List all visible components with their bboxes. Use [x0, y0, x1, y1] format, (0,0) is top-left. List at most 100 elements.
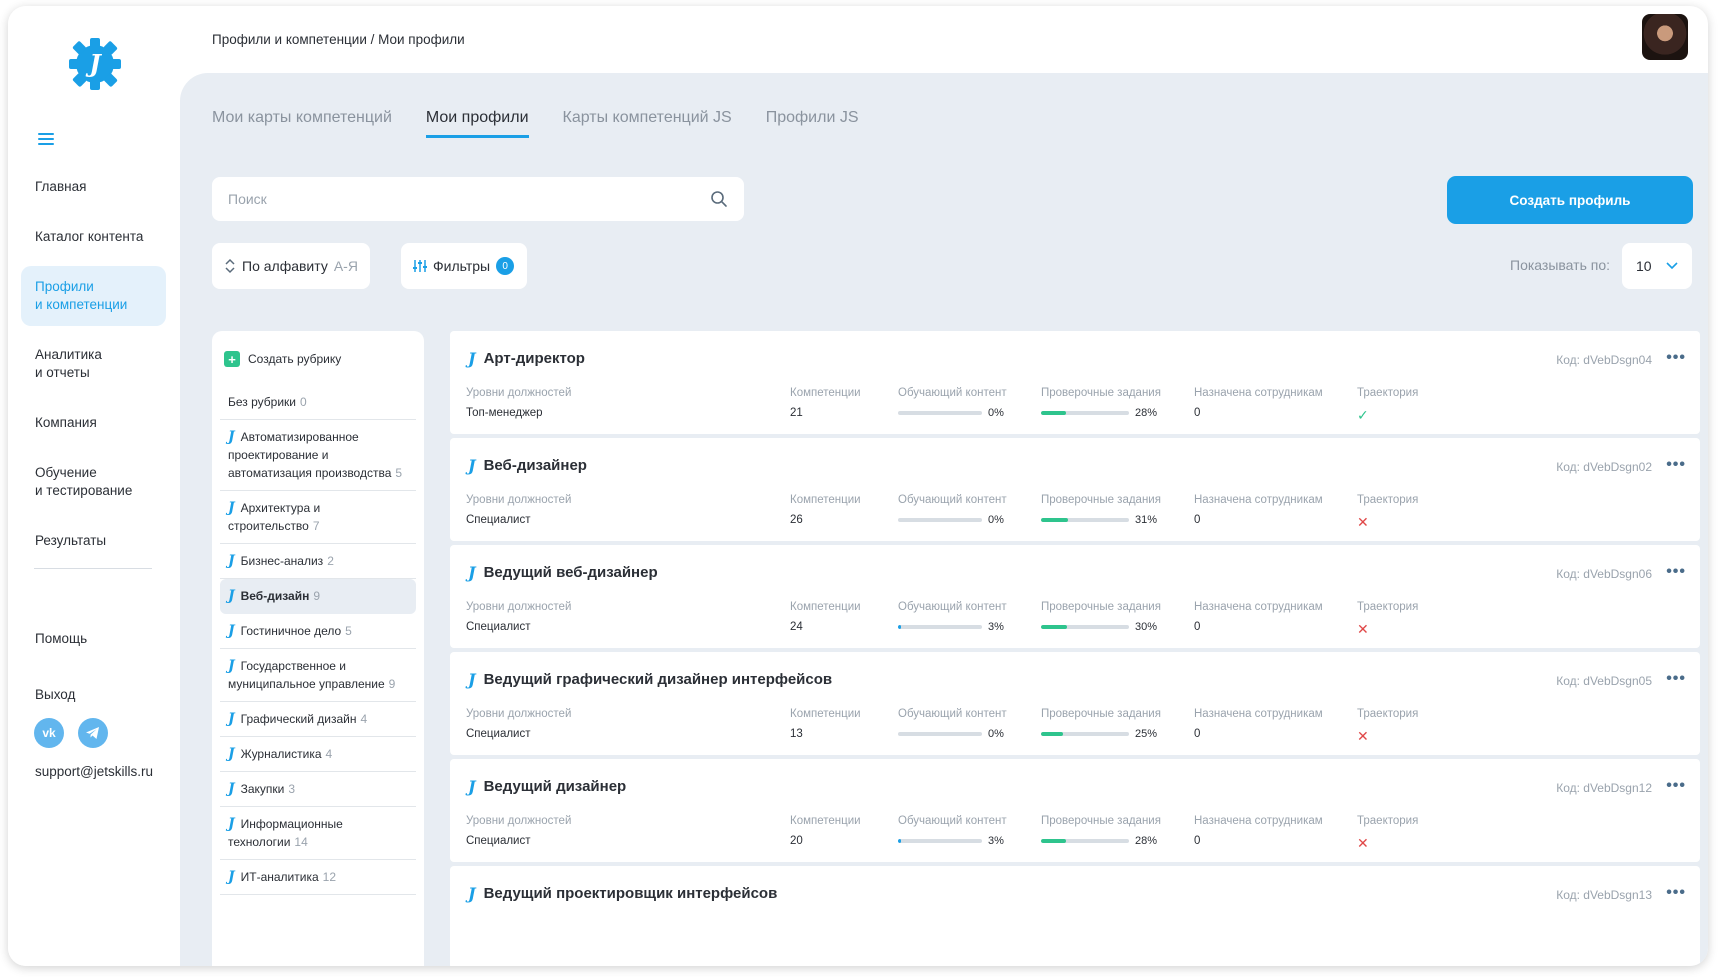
- telegram-icon[interactable]: [78, 718, 108, 748]
- rubric-name: Бизнес-анализ: [240, 554, 324, 568]
- vk-icon[interactable]: vk: [34, 718, 64, 748]
- search-icon[interactable]: [710, 190, 728, 208]
- tab[interactable]: Профили JS: [766, 109, 859, 138]
- tasks-percent: 28%: [1135, 835, 1158, 847]
- rubric-item[interactable]: J Журналистика 4: [220, 737, 416, 772]
- col-label: Уровни должностей: [466, 387, 572, 399]
- rubric-item[interactable]: J ИТ-аналитика 12: [220, 860, 416, 895]
- sidebar-item[interactable]: Каталог контента: [21, 216, 166, 258]
- assigned-count-link[interactable]: 0: [1194, 514, 1323, 526]
- tab[interactable]: Мои профили: [425, 109, 529, 138]
- content-percent: 3%: [988, 835, 1004, 847]
- main-nav: Главная Каталог контента Профили и компете…: [21, 166, 166, 570]
- assigned-col: Назначена сотрудникам 0: [1194, 601, 1323, 633]
- rubric-name: Журналистика: [240, 747, 322, 761]
- content-col: Обучающий контент 0%: [898, 387, 1007, 419]
- profile-title[interactable]: J Ведущий дизайнер: [468, 777, 626, 796]
- rubric-item[interactable]: J Информационные технологии 14: [220, 807, 416, 860]
- rubric-item[interactable]: J Гостиничное дело 5: [220, 614, 416, 649]
- profile-card[interactable]: J Арт-директор Код: dVebDsgn04 ••• Уровн…: [450, 331, 1700, 434]
- levels-col: Уровни должностей Специалист: [466, 601, 571, 633]
- profile-code: Код: dVebDsgn02: [1556, 460, 1652, 474]
- breadcrumb: Профили и компетенции / Мои профили: [212, 32, 465, 47]
- rubric-item[interactable]: J Автоматизированное проектирование и авт…: [220, 420, 416, 491]
- tasks-col: Проверочные задания 28%: [1041, 387, 1161, 419]
- col-label: Траектория: [1357, 494, 1419, 506]
- profile-title[interactable]: J Ведущий графический дизайнер интерфейс…: [468, 670, 832, 689]
- sort-button[interactable]: По алфавиту А-Я: [212, 243, 370, 289]
- profile-card[interactable]: J Ведущий графический дизайнер интерфейс…: [450, 652, 1700, 755]
- profile-card[interactable]: J Ведущий веб-дизайнер Код: dVebDsgn06 •…: [450, 545, 1700, 648]
- sidebar-item[interactable]: Компания: [21, 402, 166, 444]
- per-page-select[interactable]: 10: [1622, 243, 1692, 289]
- jetskills-icon: J: [228, 869, 235, 885]
- support-email[interactable]: support@jetskills.ru: [35, 764, 153, 779]
- tasks-percent: 28%: [1135, 407, 1158, 419]
- search-input[interactable]: [228, 191, 710, 207]
- more-options-icon[interactable]: •••: [1666, 777, 1686, 795]
- more-options-icon[interactable]: •••: [1666, 563, 1686, 581]
- secondary-nav: Помощь Выход: [21, 618, 166, 730]
- assigned-count-link[interactable]: 0: [1194, 621, 1323, 633]
- rubric-item[interactable]: J Государственное и муниципальное управле…: [220, 649, 416, 702]
- col-label: Проверочные задания: [1041, 494, 1161, 506]
- content-progress-bar: [898, 411, 982, 415]
- profile-card[interactable]: J Ведущий проектировщик интерфейсов Код:…: [450, 866, 1700, 966]
- competencies-col: Компетенции 24: [790, 601, 861, 633]
- cross-icon: ✕: [1357, 835, 1369, 851]
- menu-icon[interactable]: [38, 133, 54, 145]
- more-options-icon[interactable]: •••: [1666, 670, 1686, 688]
- assigned-count-link[interactable]: 0: [1194, 407, 1323, 419]
- logout-link[interactable]: Выход: [21, 674, 166, 716]
- more-options-icon[interactable]: •••: [1666, 349, 1686, 367]
- level-value: Топ-менеджер: [466, 407, 543, 419]
- profile-title[interactable]: J Арт-директор: [468, 349, 585, 368]
- avatar[interactable]: [1642, 14, 1688, 60]
- rubric-item[interactable]: J Закупки 3: [220, 772, 416, 807]
- create-profile-button[interactable]: Создать профиль: [1447, 176, 1693, 224]
- sidebar-item[interactable]: Аналитика и отчеты: [21, 334, 166, 394]
- social-links: vk: [34, 718, 108, 748]
- jetskills-icon: J: [228, 553, 235, 569]
- profile-title[interactable]: J Ведущий веб-дизайнер: [468, 563, 658, 582]
- rubric-item[interactable]: Без рубрики 0: [220, 385, 416, 420]
- more-options-icon[interactable]: •••: [1666, 456, 1686, 474]
- col-label: Траектория: [1357, 387, 1419, 399]
- tasks-progress-bar: [1041, 411, 1129, 415]
- sidebar-item[interactable]: Результаты: [21, 520, 166, 562]
- rubric-item[interactable]: J Веб-дизайн 9: [220, 579, 416, 614]
- content-percent: 3%: [988, 621, 1004, 633]
- profile-list: J Арт-директор Код: dVebDsgn04 ••• Уровн…: [450, 331, 1700, 966]
- competencies-col: Компетенции 21: [790, 387, 861, 419]
- assigned-count-link[interactable]: 0: [1194, 728, 1323, 740]
- more-options-icon[interactable]: •••: [1666, 884, 1686, 902]
- rubric-count: 2: [327, 554, 334, 568]
- profile-card[interactable]: J Веб-дизайнер Код: dVebDsgn02 ••• Уровн…: [450, 438, 1700, 541]
- create-rubric-button[interactable]: + Создать рубрику: [220, 351, 416, 385]
- sidebar-item[interactable]: Профили и компетенции: [21, 266, 166, 326]
- rubric-list: Без рубрики 0 J Автоматизированное проектир…: [220, 385, 416, 895]
- jetskills-icon: J: [468, 884, 476, 903]
- tab[interactable]: Мои карты компетенций: [212, 109, 392, 138]
- profile-title[interactable]: J Ведущий проектировщик интерфейсов: [468, 884, 777, 903]
- content-progress-bar: [898, 732, 982, 736]
- content-col: Обучающий контент 0%: [898, 708, 1007, 740]
- profile-card[interactable]: J Ведущий дизайнер Код: dVebDsgn12 ••• У…: [450, 759, 1700, 862]
- rubric-item[interactable]: J Архитектура и строительство 7: [220, 491, 416, 544]
- tasks-percent: 25%: [1135, 728, 1158, 740]
- col-label: Компетенции: [790, 494, 861, 506]
- rubric-item[interactable]: J Бизнес-анализ 2: [220, 544, 416, 579]
- profile-title[interactable]: J Веб-дизайнер: [468, 456, 587, 475]
- help-link[interactable]: Помощь: [21, 618, 166, 660]
- rubric-item[interactable]: J Графический дизайн 4: [220, 702, 416, 737]
- jetskills-logo[interactable]: J: [65, 34, 125, 94]
- filters-button[interactable]: Фильтры 0: [401, 243, 527, 289]
- tasks-progress-bar: [1041, 732, 1129, 736]
- sidebar-item[interactable]: Обучение и тестирование: [21, 452, 166, 512]
- sidebar-item[interactable]: Главная: [21, 166, 166, 208]
- col-label: Назначена сотрудникам: [1194, 494, 1323, 506]
- tab[interactable]: Карты компетенций JS: [563, 109, 732, 138]
- col-label: Компетенции: [790, 387, 861, 399]
- assigned-count-link[interactable]: 0: [1194, 835, 1323, 847]
- jetskills-icon: J: [468, 456, 476, 475]
